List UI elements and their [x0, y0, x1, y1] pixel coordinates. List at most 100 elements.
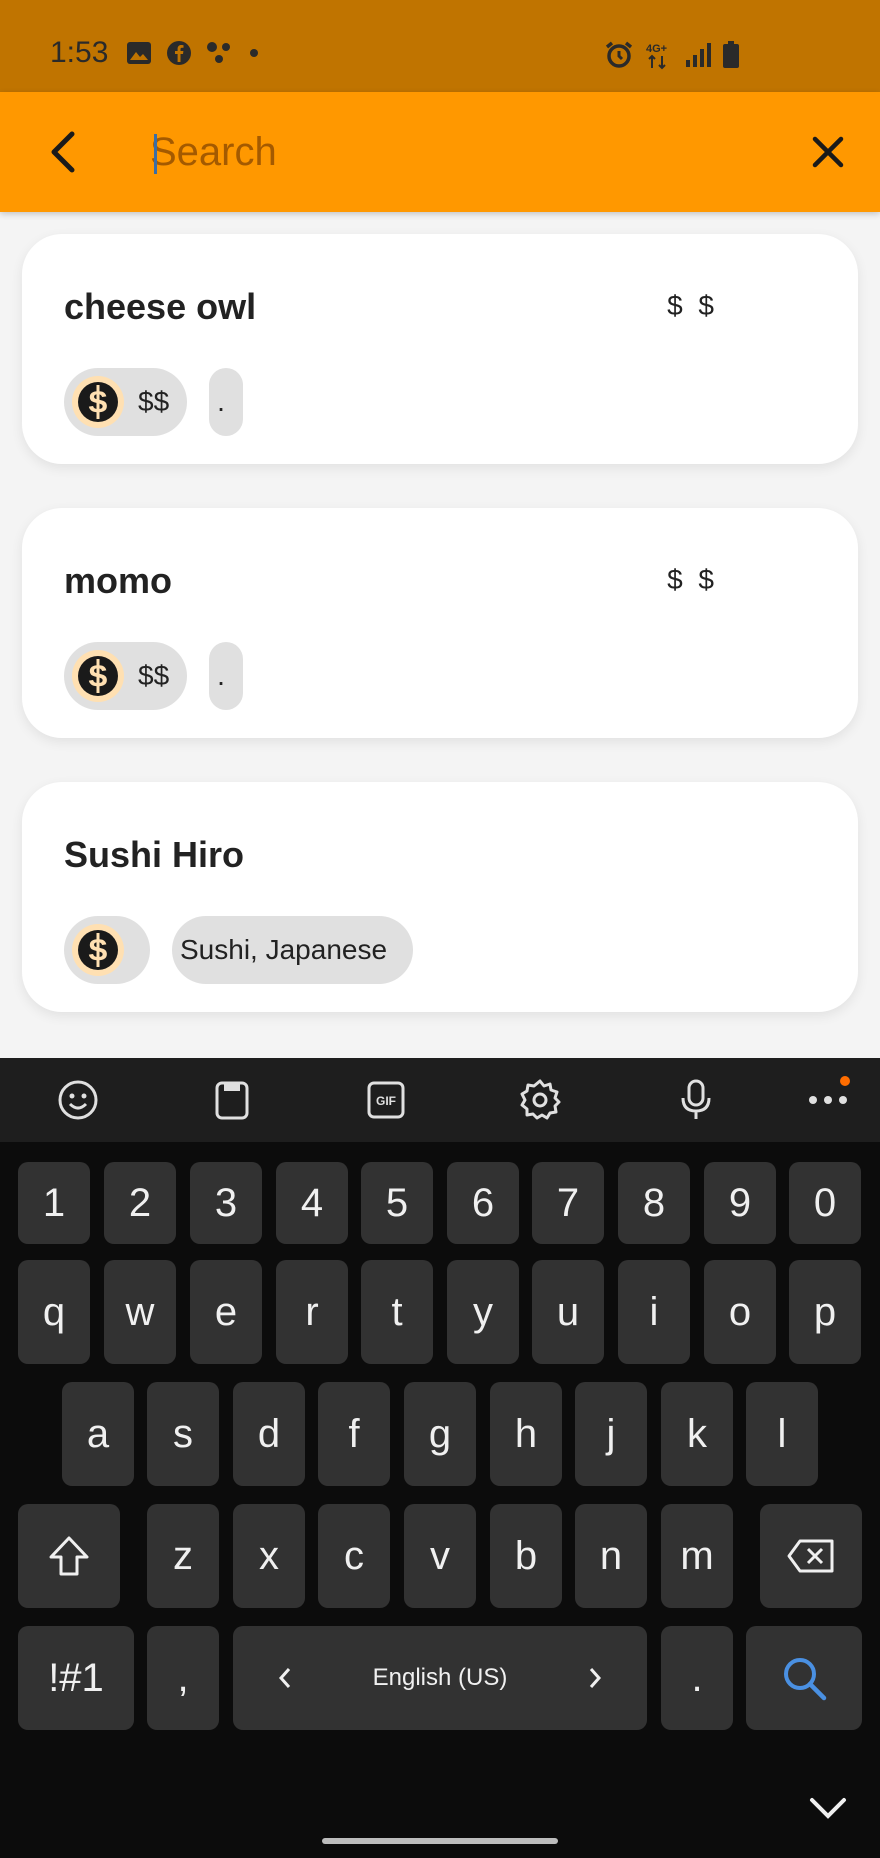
key-o[interactable]: o [704, 1260, 776, 1364]
key-x[interactable]: x [233, 1504, 305, 1608]
back-button[interactable] [32, 122, 92, 182]
key-a[interactable]: a [62, 1382, 134, 1486]
svg-text:4G+: 4G+ [646, 43, 667, 55]
notification-dot [840, 1076, 850, 1086]
status-bar: 1:53 4G+ [0, 0, 880, 92]
close-icon [812, 136, 844, 168]
key-k[interactable]: k [661, 1382, 733, 1486]
key-0[interactable]: 0 [789, 1162, 861, 1244]
key-l[interactable]: l [746, 1382, 818, 1486]
key-r[interactable]: r [276, 1260, 348, 1364]
dollar-coin-icon: S [78, 930, 118, 970]
category-chip[interactable]: Sushi, Japanese [172, 916, 414, 984]
coin-icon-wrap: S [72, 924, 124, 976]
signal-icon [686, 43, 711, 67]
clipboard-icon [215, 1081, 249, 1120]
restaurant-card[interactable]: Sushi Hiro S Sushi, Japanese [22, 782, 858, 1012]
key-7[interactable]: 7 [532, 1162, 604, 1244]
key-d[interactable]: d [233, 1382, 305, 1486]
space-key[interactable]: English (US) [233, 1626, 647, 1730]
category-chip-label: Sushi, Japanese [180, 934, 388, 965]
shift-icon [49, 1536, 89, 1576]
coin-icon-wrap: S [72, 376, 124, 428]
search-input[interactable] [150, 118, 790, 186]
key-c[interactable]: c [318, 1504, 390, 1608]
key-4[interactable]: 4 [276, 1162, 348, 1244]
key-9[interactable]: 9 [704, 1162, 776, 1244]
key-q[interactable]: q [18, 1260, 90, 1364]
gif-button[interactable]: GIF [358, 1072, 414, 1128]
arrow-back-icon [51, 131, 75, 173]
key-1[interactable]: 1 [18, 1162, 90, 1244]
dots-app-icon [207, 42, 230, 63]
key-p[interactable]: p [789, 1260, 861, 1364]
battery-icon [723, 41, 739, 68]
category-chip[interactable]: . [64, 642, 243, 906]
key-5[interactable]: 5 [361, 1162, 433, 1244]
more-notifications-icon [250, 49, 258, 57]
key-i[interactable]: i [618, 1260, 690, 1364]
key-n[interactable]: n [575, 1504, 647, 1608]
clipboard-button[interactable] [204, 1072, 260, 1128]
shift-key[interactable] [18, 1504, 120, 1608]
key-z[interactable]: z [147, 1504, 219, 1608]
key-t[interactable]: t [361, 1260, 433, 1364]
key-w[interactable]: w [104, 1260, 176, 1364]
comma-key[interactable]: , [147, 1626, 219, 1730]
price-chip[interactable]: S $$ [64, 368, 188, 436]
category-chip-label: . [217, 386, 225, 417]
backspace-icon [787, 1539, 834, 1573]
restaurant-name: cheese owl [64, 286, 257, 327]
more-icon [809, 1096, 847, 1104]
key-b[interactable]: b [490, 1504, 562, 1608]
space-language-label: English (US) [372, 1664, 508, 1691]
search-action-key[interactable] [746, 1626, 862, 1730]
price-chip[interactable]: S [64, 916, 150, 984]
price-chip-label: $$ [138, 386, 170, 417]
chevron-down-icon [810, 1798, 846, 1819]
hide-keyboard-button[interactable] [800, 1780, 856, 1836]
more-options-button[interactable] [800, 1072, 856, 1128]
mic-icon [681, 1079, 711, 1119]
voice-input-button[interactable] [668, 1072, 724, 1128]
period-key[interactable]: . [661, 1626, 733, 1730]
key-j[interactable]: j [575, 1382, 647, 1486]
restaurant-card[interactable]: momo $ $ S $$ . [22, 508, 858, 906]
chevron-left-icon [278, 1668, 291, 1688]
gif-icon: GIF [367, 1081, 405, 1119]
restaurant-price: $ $ [667, 564, 718, 595]
restaurant-name: Sushi Hiro [64, 834, 245, 875]
facebook-icon [167, 41, 191, 65]
backspace-key[interactable] [760, 1504, 862, 1608]
price-chip[interactable]: S $$ [64, 642, 188, 710]
category-chip-label: . [217, 660, 225, 691]
key-h[interactable]: h [490, 1382, 562, 1486]
category-chip[interactable]: . [64, 368, 243, 632]
symbols-key[interactable]: !#1 [18, 1626, 134, 1730]
key-3[interactable]: 3 [190, 1162, 262, 1244]
keyboard-toolbar: GIF [0, 1058, 880, 1142]
key-2[interactable]: 2 [104, 1162, 176, 1244]
key-v[interactable]: v [404, 1504, 476, 1608]
chip-row: S $$ . [64, 642, 243, 906]
key-u[interactable]: u [532, 1260, 604, 1364]
key-e[interactable]: e [190, 1260, 262, 1364]
emoji-button[interactable] [50, 1072, 106, 1128]
coin-icon-wrap: S [72, 650, 124, 702]
key-m[interactable]: m [661, 1504, 733, 1608]
clear-search-button[interactable] [798, 122, 858, 182]
system-icons: 4G+ [604, 40, 740, 70]
key-g[interactable]: g [404, 1382, 476, 1486]
keyboard-settings-button[interactable] [512, 1072, 568, 1128]
search-app-bar [0, 92, 880, 212]
restaurant-card[interactable]: cheese owl $ $ S $$ . [22, 234, 858, 632]
key-8[interactable]: 8 [618, 1162, 690, 1244]
key-s[interactable]: s [147, 1382, 219, 1486]
key-6[interactable]: 6 [447, 1162, 519, 1244]
gesture-navigation-handle[interactable] [322, 1838, 558, 1844]
search-icon [784, 1658, 827, 1701]
key-y[interactable]: y [447, 1260, 519, 1364]
key-f[interactable]: f [318, 1382, 390, 1486]
restaurant-price: $ $ [667, 290, 718, 321]
restaurant-name: momo [64, 560, 172, 601]
